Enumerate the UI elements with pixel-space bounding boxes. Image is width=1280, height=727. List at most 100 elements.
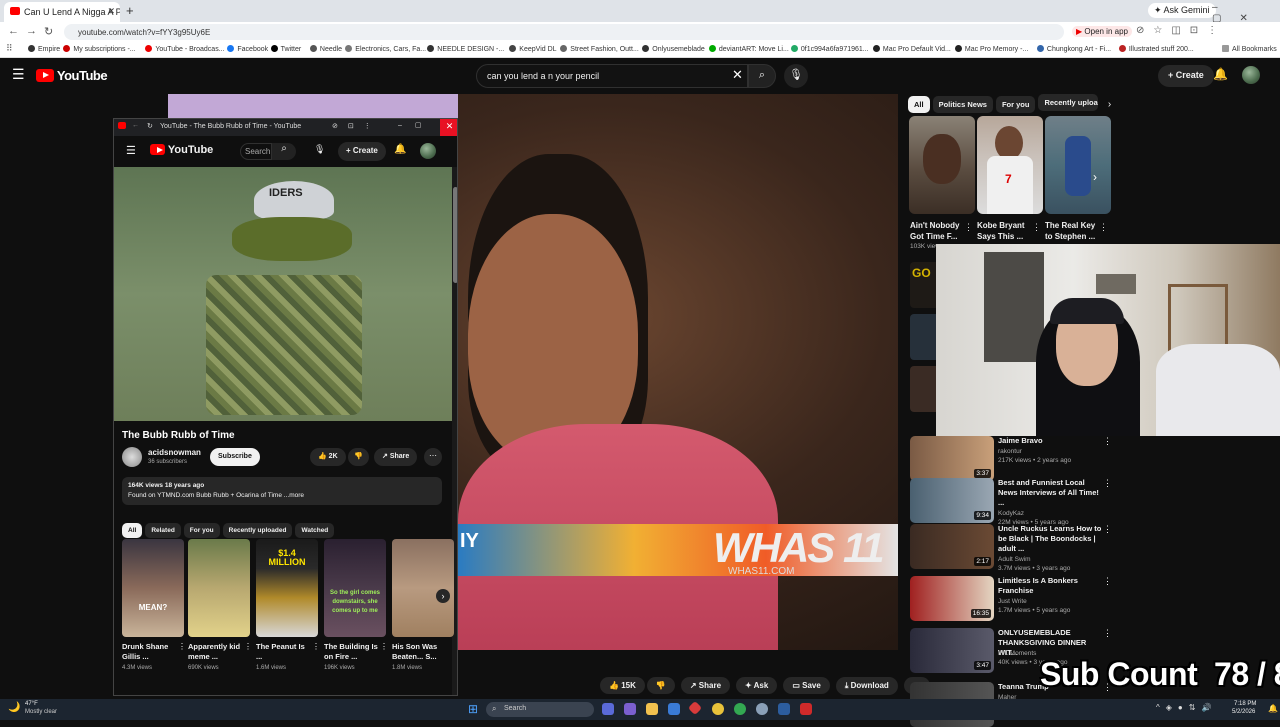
- popup-menu-icon[interactable]: ☰: [126, 144, 136, 157]
- video-thumbnail[interactable]: 16:35: [910, 576, 994, 621]
- short-more-icon[interactable]: ⋮: [964, 222, 973, 233]
- video-more-icon[interactable]: ⋮: [1103, 478, 1112, 489]
- bookmark-item[interactable]: NEEDLE DESIGN -...: [427, 45, 504, 53]
- popup-short-title[interactable]: His Son Was Beaten... S...: [392, 642, 446, 662]
- short-more-icon[interactable]: ⋮: [1032, 222, 1041, 233]
- bookmark-item[interactable]: Mac Pro Default Vid...: [872, 45, 951, 53]
- clear-search-icon[interactable]: ✕: [732, 67, 743, 83]
- popup-bell-icon[interactable]: 🔔: [394, 144, 406, 155]
- chip-politics-news[interactable]: Politics News: [932, 96, 993, 113]
- tab-close-icon[interactable]: ✕: [107, 6, 115, 17]
- popup-browser-window[interactable]: ← ↻ YouTube - The Bubb Rubb of Time - Yo…: [113, 118, 458, 696]
- weather-icon[interactable]: 🌙: [8, 702, 20, 713]
- video-more-icon[interactable]: ⋮: [1103, 524, 1112, 535]
- video-title[interactable]: Uncle Ruckus Learns How to be Black | Th…: [998, 524, 1106, 554]
- video-more-icon[interactable]: ⋮: [1103, 576, 1112, 587]
- windows-start-icon[interactable]: ⊞: [468, 702, 478, 716]
- taskbar-search[interactable]: ⌕ Search: [486, 702, 594, 717]
- popup-mic-icon[interactable]: 🎙: [314, 144, 325, 155]
- chips-next-icon[interactable]: ›: [1108, 99, 1111, 110]
- bookmark-item[interactable]: Illustrated stuff 200...: [1118, 45, 1194, 53]
- popup-search-button[interactable]: ⌕: [272, 143, 296, 160]
- bookmark-item[interactable]: Onlyusemeblade: [642, 45, 705, 53]
- short-thumbnail[interactable]: [909, 116, 975, 214]
- popup-chip-related[interactable]: Related: [145, 523, 181, 538]
- popup-channel-avatar[interactable]: [122, 447, 142, 467]
- popup-short-more-icon[interactable]: ⋮: [178, 642, 186, 651]
- popup-youtube-logo[interactable]: YouTube: [150, 144, 213, 156]
- chrome-icon[interactable]: [712, 703, 724, 715]
- app-icon[interactable]: [756, 703, 768, 715]
- popup-video-player[interactable]: IDERS: [114, 167, 452, 421]
- popup-reload-icon[interactable]: ↻: [147, 122, 153, 130]
- task-view-icon[interactable]: [602, 703, 614, 715]
- related-video-item[interactable]: 9:34 Best and Funniest Local News Intervi…: [910, 478, 1120, 526]
- search-button[interactable]: ⌕: [748, 64, 776, 88]
- short-thumbnail[interactable]: ›: [1045, 116, 1111, 214]
- extension-icons[interactable]: ⊘☆◫⊡⋮: [1136, 25, 1226, 36]
- popup-shorts-next-icon[interactable]: ›: [436, 589, 450, 603]
- bookmark-item[interactable]: 0f1c994a6fa971961...: [790, 45, 869, 53]
- forward-icon[interactable]: →: [26, 25, 37, 37]
- video-channel[interactable]: Adult Swim: [998, 555, 1108, 564]
- popup-chip-for-you[interactable]: For you: [183, 523, 220, 538]
- ask-button[interactable]: ✦ Ask: [736, 677, 778, 694]
- popup-window-controls[interactable]: –▢: [398, 121, 435, 129]
- popup-chip-recently-uploaded[interactable]: Recently uploaded: [222, 523, 293, 538]
- popup-share-button[interactable]: ↗ Share: [374, 448, 418, 466]
- video-title[interactable]: Jaime Bravo: [998, 436, 1106, 446]
- like-button[interactable]: 👍 15K: [600, 677, 645, 694]
- popup-more-button[interactable]: ⋯: [424, 448, 442, 466]
- popup-scrollbar-thumb[interactable]: [453, 187, 457, 283]
- bookmark-item[interactable]: KeepVid DL: [509, 45, 557, 53]
- download-button[interactable]: ⤓ Download: [835, 677, 898, 695]
- ask-gemini-button[interactable]: ✦ Ask Gemini: [1148, 3, 1216, 18]
- all-bookmarks-link[interactable]: All Bookmarks: [1222, 45, 1277, 53]
- app-icon[interactable]: [687, 700, 703, 716]
- menu-icon[interactable]: ☰: [12, 66, 25, 83]
- reload-icon[interactable]: ↻: [44, 25, 53, 38]
- bookmark-item[interactable]: Empire: [28, 45, 60, 53]
- video-thumbnail-partial[interactable]: [910, 314, 936, 360]
- bookmark-item[interactable]: Twitter: [270, 45, 301, 53]
- teams-icon[interactable]: [624, 703, 636, 715]
- youtube-logo[interactable]: YouTube: [36, 68, 108, 83]
- bookmark-item[interactable]: Street Fashion, Outt...: [560, 45, 639, 53]
- popup-short-more-icon[interactable]: ⋮: [380, 642, 388, 651]
- system-tray-icons[interactable]: ^◈●⇅🔊: [1156, 703, 1217, 712]
- shorts-next-icon[interactable]: ›: [1093, 170, 1097, 184]
- recording-app-icon[interactable]: [800, 703, 812, 715]
- save-button[interactable]: ▭ Save: [783, 677, 830, 694]
- short-thumbnail[interactable]: 7: [977, 116, 1043, 214]
- video-channel[interactable]: KodyKaz: [998, 509, 1108, 518]
- popup-chip-all[interactable]: All: [122, 523, 143, 538]
- store-icon[interactable]: [668, 703, 680, 715]
- new-tab-button[interactable]: +: [126, 3, 134, 18]
- bookmark-item[interactable]: Chungkong Art - Fi...: [1036, 45, 1111, 53]
- chip-for-you[interactable]: For you: [995, 96, 1036, 113]
- popup-title-icons[interactable]: ⊘⊡⋮: [332, 122, 381, 130]
- video-channel[interactable]: Just Write: [998, 597, 1108, 606]
- popup-back-icon[interactable]: ←: [132, 122, 139, 129]
- video-title[interactable]: Limitless Is A Bonkers Franchise: [998, 576, 1106, 596]
- dislike-button[interactable]: 👎: [646, 677, 675, 694]
- popup-short-more-icon[interactable]: ⋮: [244, 642, 252, 651]
- video-thumbnail[interactable]: 2:17: [910, 524, 994, 569]
- user-avatar[interactable]: [1242, 66, 1260, 84]
- popup-short-thumbnail[interactable]: So the girl comes downstairs, she comes …: [324, 539, 386, 637]
- bookmark-item[interactable]: Needle: [309, 45, 342, 53]
- notifications-bell-icon[interactable]: 🔔: [1213, 67, 1228, 81]
- video-thumbnail[interactable]: 9:34: [910, 478, 994, 523]
- video-thumbnail-partial[interactable]: GO: [910, 262, 936, 308]
- popup-search-input[interactable]: Search: [240, 143, 272, 160]
- chrome-profile-icon[interactable]: [734, 703, 746, 715]
- short-title[interactable]: The Real Key to Stephen ...: [1045, 220, 1103, 242]
- popup-short-title[interactable]: The Building Is on Fire ...: [324, 642, 378, 662]
- related-video-item[interactable]: 16:35 Limitless Is A Bonkers Franchise Jus…: [910, 576, 1120, 622]
- share-button[interactable]: ↗ Share: [680, 677, 731, 694]
- popup-short-thumbnail[interactable]: $1.4 MILLION: [256, 539, 318, 637]
- popup-dislike-button[interactable]: 👎: [348, 448, 369, 466]
- video-thumbnail-partial[interactable]: [910, 366, 936, 412]
- video-title[interactable]: Best and Funniest Local News Interviews …: [998, 478, 1106, 508]
- popup-short-thumbnail[interactable]: MEAN?: [122, 539, 184, 637]
